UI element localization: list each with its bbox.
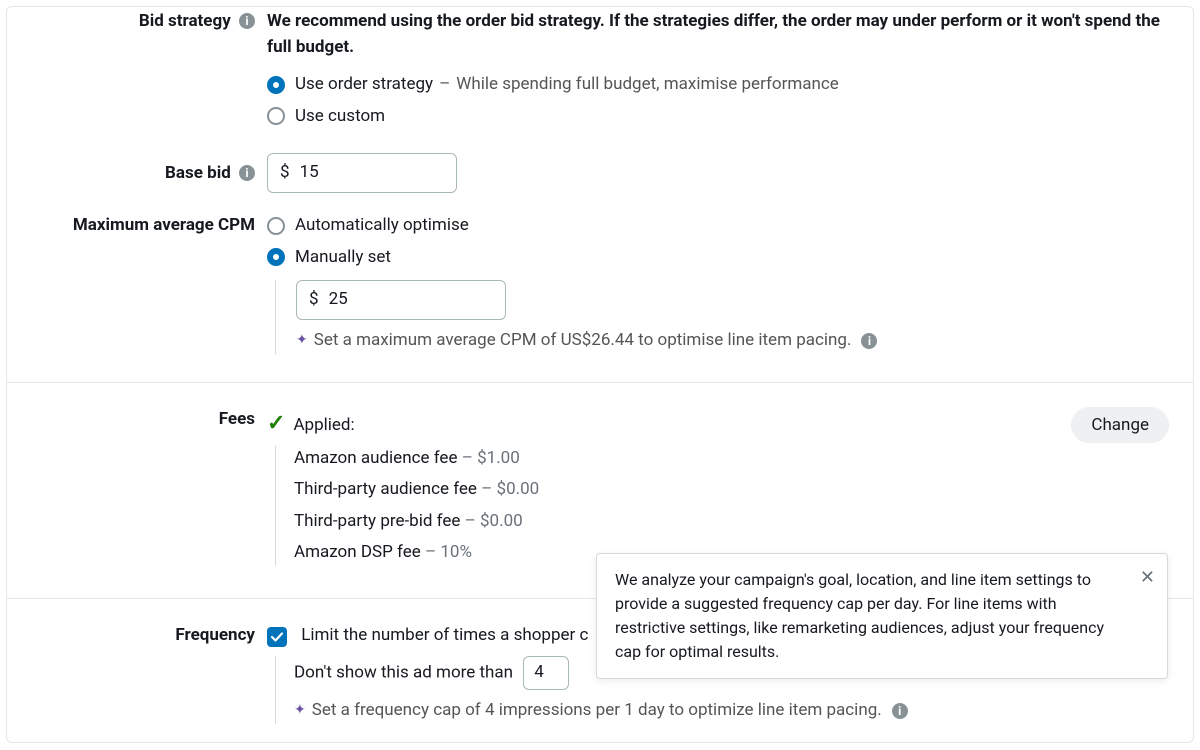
frequency-tooltip: ✕ We analyze your campaign's goal, locat… — [596, 553, 1168, 679]
fees-applied: ✓Applied: — [267, 407, 539, 440]
tooltip-text: We analyze your campaign's goal, locatio… — [615, 570, 1104, 661]
checkmark-icon: ✓ — [267, 411, 285, 436]
frequency-suggestion: ✦ Set a frequency cap of 4 impressions p… — [294, 698, 1169, 724]
fees-label: Fees — [219, 409, 255, 429]
frequency-checkbox[interactable] — [267, 627, 287, 647]
checkmark-icon — [270, 630, 284, 644]
info-icon[interactable]: i — [239, 165, 255, 181]
base-bid-row: Base bid i $ 15 — [31, 151, 1169, 193]
cpm-option-auto[interactable]: Automatically optimise — [267, 213, 1169, 239]
info-icon[interactable]: i — [861, 333, 877, 349]
cpm-option-manual[interactable]: Manually set — [267, 245, 1169, 271]
max-avg-cpm-label: Maximum average CPM — [73, 215, 255, 235]
close-icon[interactable]: ✕ — [1140, 564, 1155, 591]
fees-list: Amazon audience fee – $1.00 Third-party … — [275, 446, 539, 566]
fees-row: Fees ✓Applied: Amazon audience fee – $1.… — [31, 405, 1169, 572]
fee-item: Amazon audience fee – $1.00 — [294, 446, 539, 472]
fee-item: Third-party pre-bid fee – $0.00 — [294, 509, 539, 535]
frequency-cap-input[interactable]: 4 — [523, 656, 569, 690]
radio-icon — [267, 76, 285, 94]
max-avg-cpm-row: Maximum average CPM Automatically optimi… — [31, 211, 1169, 354]
cpm-input[interactable]: $ 25 — [296, 280, 506, 320]
info-icon[interactable]: i — [892, 703, 908, 719]
bid-strategy-row: Bid strategy i We recommend using the or… — [31, 7, 1169, 133]
cpm-manual-group: $ 25 ✦ Set a maximum average CPM of US$2… — [275, 280, 1169, 354]
radio-icon — [267, 217, 285, 235]
frequency-label: Frequency — [175, 625, 255, 645]
bid-strategy-note: We recommend using the order bid strateg… — [267, 9, 1169, 60]
change-button[interactable]: Change — [1071, 407, 1169, 443]
fee-item: Amazon DSP fee – 10% — [294, 540, 539, 566]
radio-icon — [267, 248, 285, 266]
sparkle-icon: ✦ — [296, 330, 308, 351]
cpm-suggestion: ✦ Set a maximum average CPM of US$26.44 … — [296, 328, 1169, 354]
bid-strategy-option-custom[interactable]: Use custom — [267, 104, 1169, 130]
radio-icon — [267, 107, 285, 125]
base-bid-label: Base bid — [165, 163, 231, 183]
bid-strategy-label: Bid strategy — [139, 11, 231, 31]
sparkle-icon: ✦ — [294, 700, 306, 721]
frequency-dont-show-label: Don't show this ad more than — [294, 662, 513, 682]
fee-item: Third-party audience fee – $0.00 — [294, 477, 539, 503]
base-bid-input[interactable]: $ 15 — [267, 153, 457, 193]
info-icon[interactable]: i — [239, 13, 255, 29]
bid-strategy-option-order[interactable]: Use order strategy – While spending full… — [267, 72, 1169, 98]
